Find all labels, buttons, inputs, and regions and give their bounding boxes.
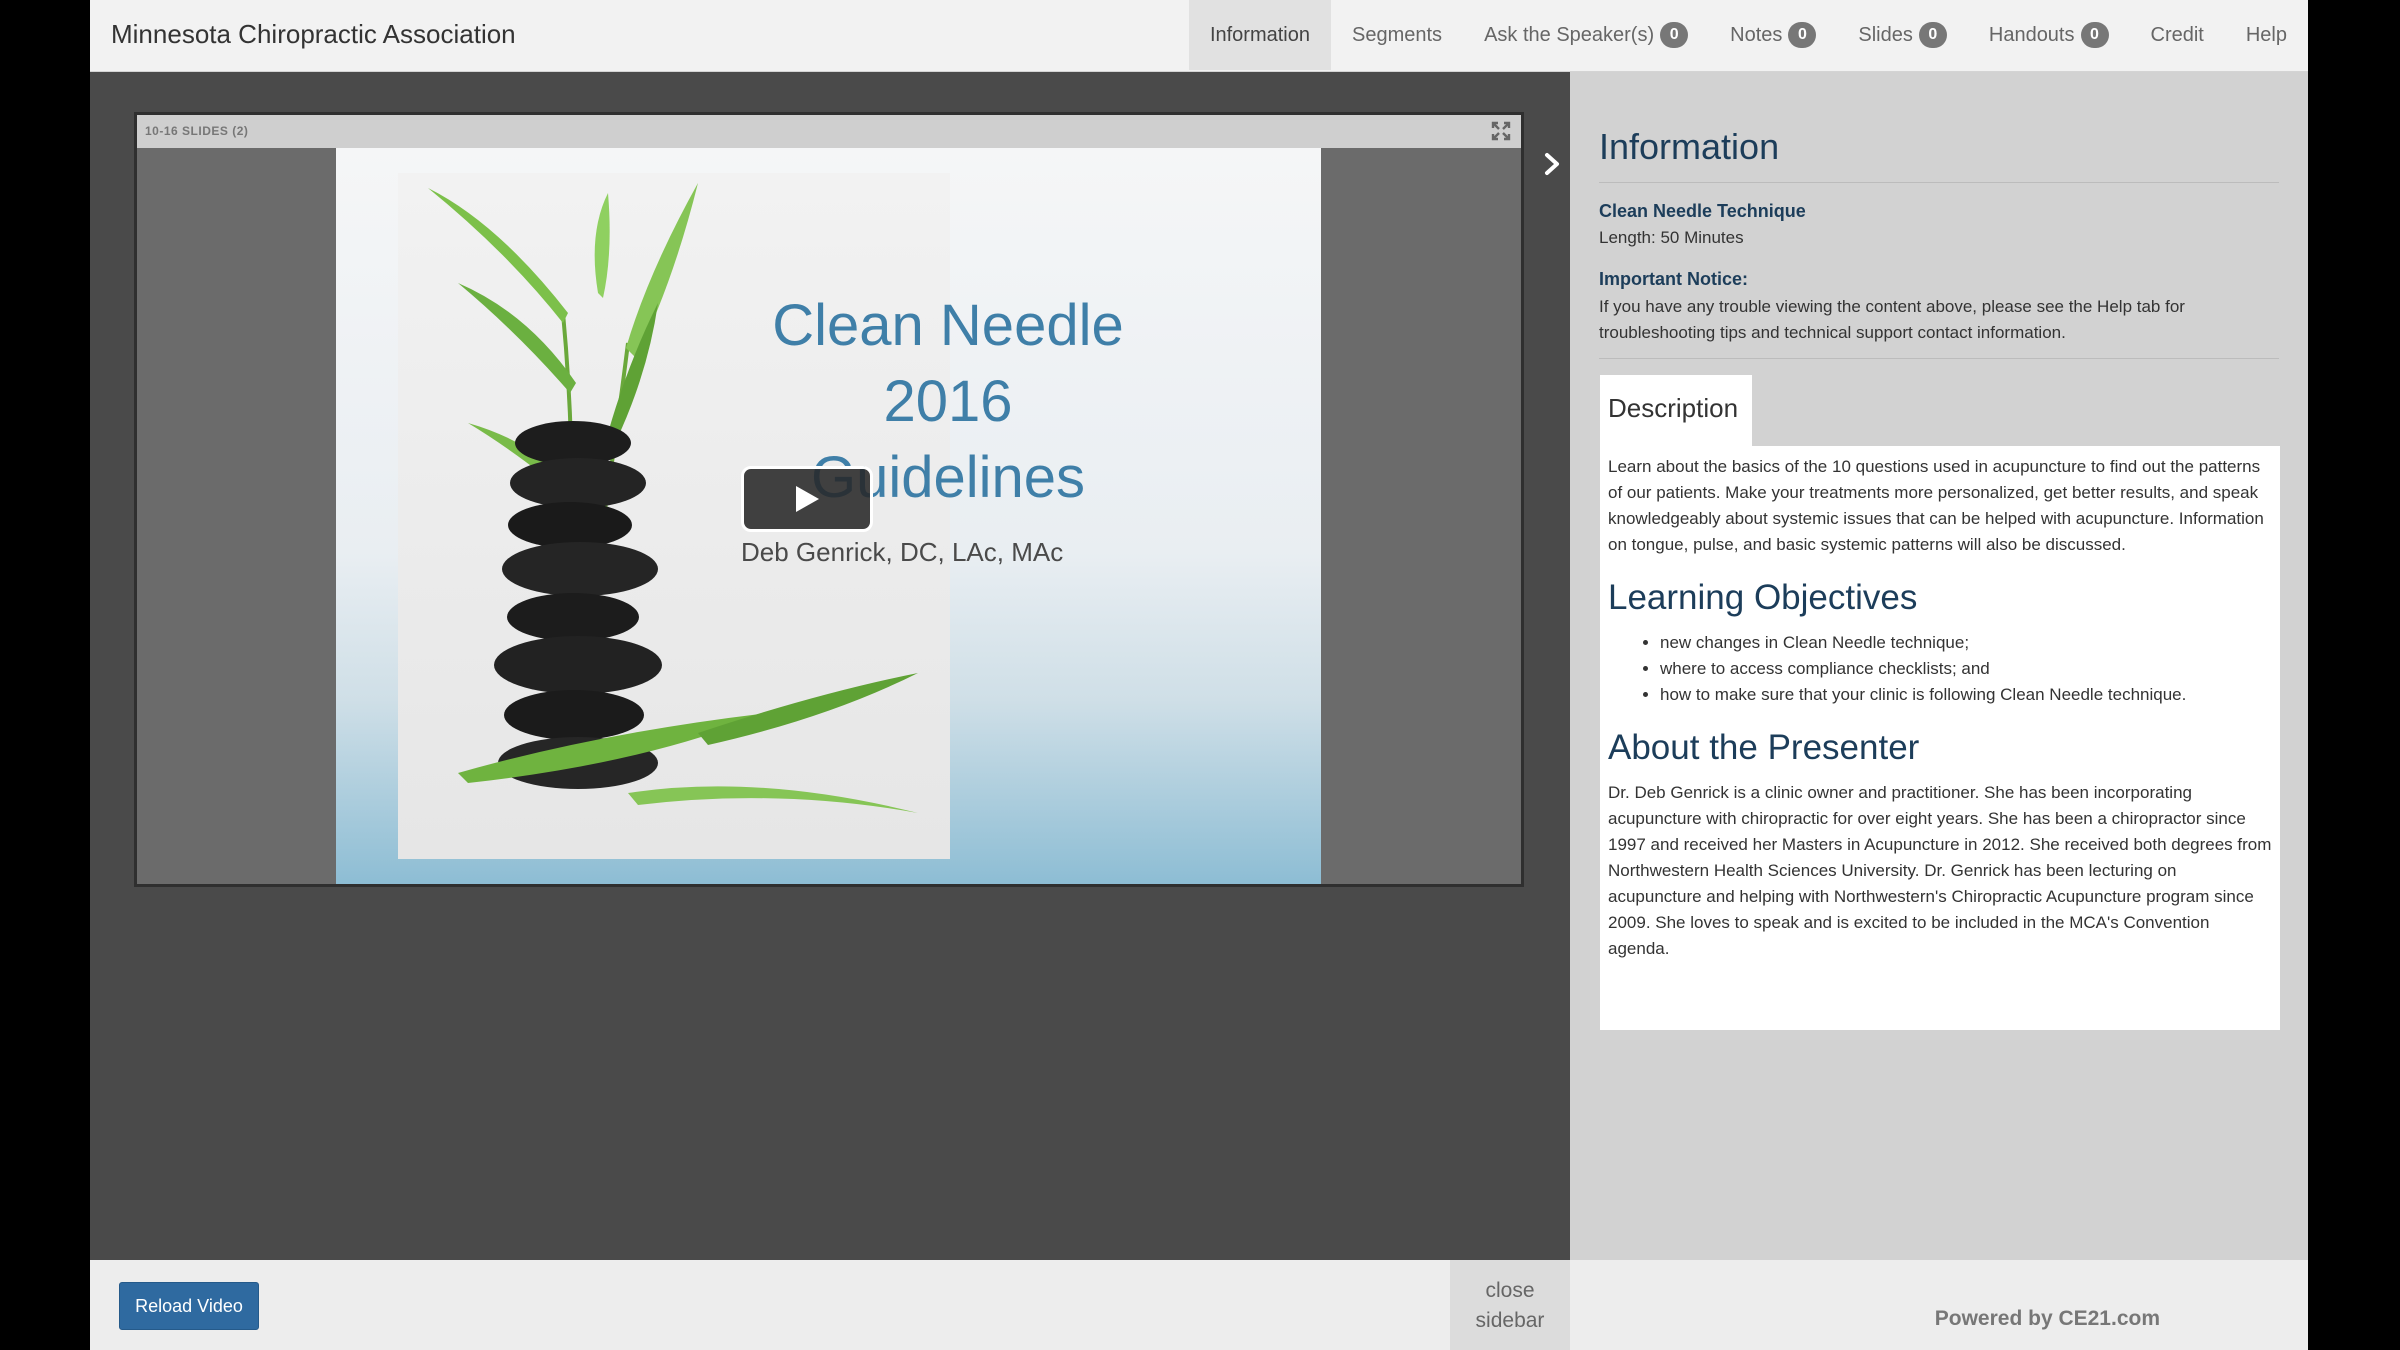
- main-nav: Information Segments Ask the Speaker(s) 0…: [1188, 0, 2308, 70]
- tab-ask-the-speakers[interactable]: Ask the Speaker(s) 0: [1463, 0, 1709, 70]
- tab-handouts[interactable]: Handouts 0: [1968, 0, 2130, 70]
- notes-count-badge: 0: [1788, 22, 1817, 48]
- divider: [1599, 358, 2279, 359]
- information-sidebar: Information Clean Needle Technique Lengt…: [1570, 72, 2308, 1260]
- app-window: Minnesota Chiropractic Association Infor…: [90, 0, 2308, 1350]
- tab-ask-the-speakers-label: Ask the Speaker(s): [1484, 23, 1655, 46]
- objectives-heading: Learning Objectives: [1608, 578, 1918, 617]
- player-area: 10-16 SLIDES (2) Clean Needle 2016 Guide…: [90, 72, 1570, 1260]
- slides-count-badge: 0: [1918, 22, 1947, 48]
- list-item: new changes in Clean Needle technique;: [1660, 630, 2272, 656]
- player-title: 10-16 SLIDES (2): [145, 124, 249, 138]
- divider: [1599, 182, 2279, 183]
- description-text: Learn about the basics of the 10 questio…: [1608, 457, 2264, 554]
- sidebar-title: Information: [1599, 126, 1780, 167]
- player-title-bar: 10-16 SLIDES (2): [137, 115, 1521, 148]
- tab-credit[interactable]: Credit: [2130, 0, 2225, 70]
- description-panel: Learn about the basics of the 10 questio…: [1600, 446, 2280, 1030]
- close-sidebar-button[interactable]: close sidebar: [1450, 1260, 1570, 1350]
- list-item: how to make sure that your clinic is fol…: [1660, 682, 2272, 708]
- tab-credit-label: Credit: [2150, 23, 2204, 46]
- tab-help-label: Help: [2245, 23, 2287, 46]
- video-player[interactable]: 10-16 SLIDES (2) Clean Needle 2016 Guide…: [134, 112, 1524, 887]
- expand-icon[interactable]: [1491, 121, 1511, 141]
- tab-notes[interactable]: Notes 0: [1709, 0, 1837, 70]
- close-sidebar-label: sidebar: [1475, 1309, 1545, 1332]
- tab-slides[interactable]: Slides 0: [1837, 0, 1967, 70]
- tab-information-label: Information: [1209, 23, 1310, 46]
- tab-handouts-label: Handouts: [1988, 23, 2075, 46]
- objectives-list: new changes in Clean Needle technique; w…: [1608, 630, 2272, 708]
- tab-description[interactable]: Description: [1600, 375, 1752, 447]
- list-item: where to access compliance checklists; a…: [1660, 656, 2272, 682]
- presentation-slide: Clean Needle 2016 Guidelines Deb Genrick…: [336, 148, 1321, 884]
- notice-label: Important Notice:: [1599, 269, 1749, 289]
- tab-notes-label: Notes: [1730, 23, 1783, 46]
- slide-title-line: 2016: [883, 369, 1013, 434]
- toggle-sidebar-button[interactable]: [1540, 152, 1564, 176]
- presenter-heading: About the Presenter: [1608, 728, 1920, 767]
- tab-slides-label: Slides: [1858, 23, 1913, 46]
- tab-help[interactable]: Help: [2225, 0, 2308, 70]
- course-length: Length: 50 Minutes: [1599, 228, 1744, 247]
- powered-by-link[interactable]: Powered by CE21.com: [1935, 1307, 2160, 1331]
- presenter-bio: Dr. Deb Genrick is a clinic owner and pr…: [1608, 783, 2272, 958]
- notice-text: If you have any trouble viewing the cont…: [1599, 297, 2185, 342]
- slide-presenter: Deb Genrick, DC, LAc, MAc: [741, 537, 1064, 567]
- chevron-right-icon: [1545, 153, 1559, 175]
- close-sidebar-label: close: [1485, 1279, 1535, 1302]
- reload-video-button[interactable]: Reload Video: [119, 1282, 259, 1330]
- course-title: Clean Needle Technique: [1599, 201, 1806, 221]
- tab-segments[interactable]: Segments: [1331, 0, 1463, 70]
- play-button[interactable]: [741, 466, 873, 532]
- app-title: Minnesota Chiropractic Association: [111, 19, 516, 49]
- handouts-count-badge: 0: [2080, 22, 2109, 48]
- tab-segments-label: Segments: [1352, 23, 1443, 46]
- top-nav-bar: Minnesota Chiropractic Association Infor…: [90, 0, 2308, 72]
- ask-count-badge: 0: [1660, 22, 1689, 48]
- video-stage: Clean Needle 2016 Guidelines Deb Genrick…: [137, 148, 1521, 884]
- slide-title-line: Clean Needle: [772, 293, 1124, 358]
- bottom-bar: Reload Video close sidebar Powered by CE…: [90, 1260, 2308, 1350]
- play-icon: [796, 486, 819, 512]
- tab-information[interactable]: Information: [1188, 0, 1331, 70]
